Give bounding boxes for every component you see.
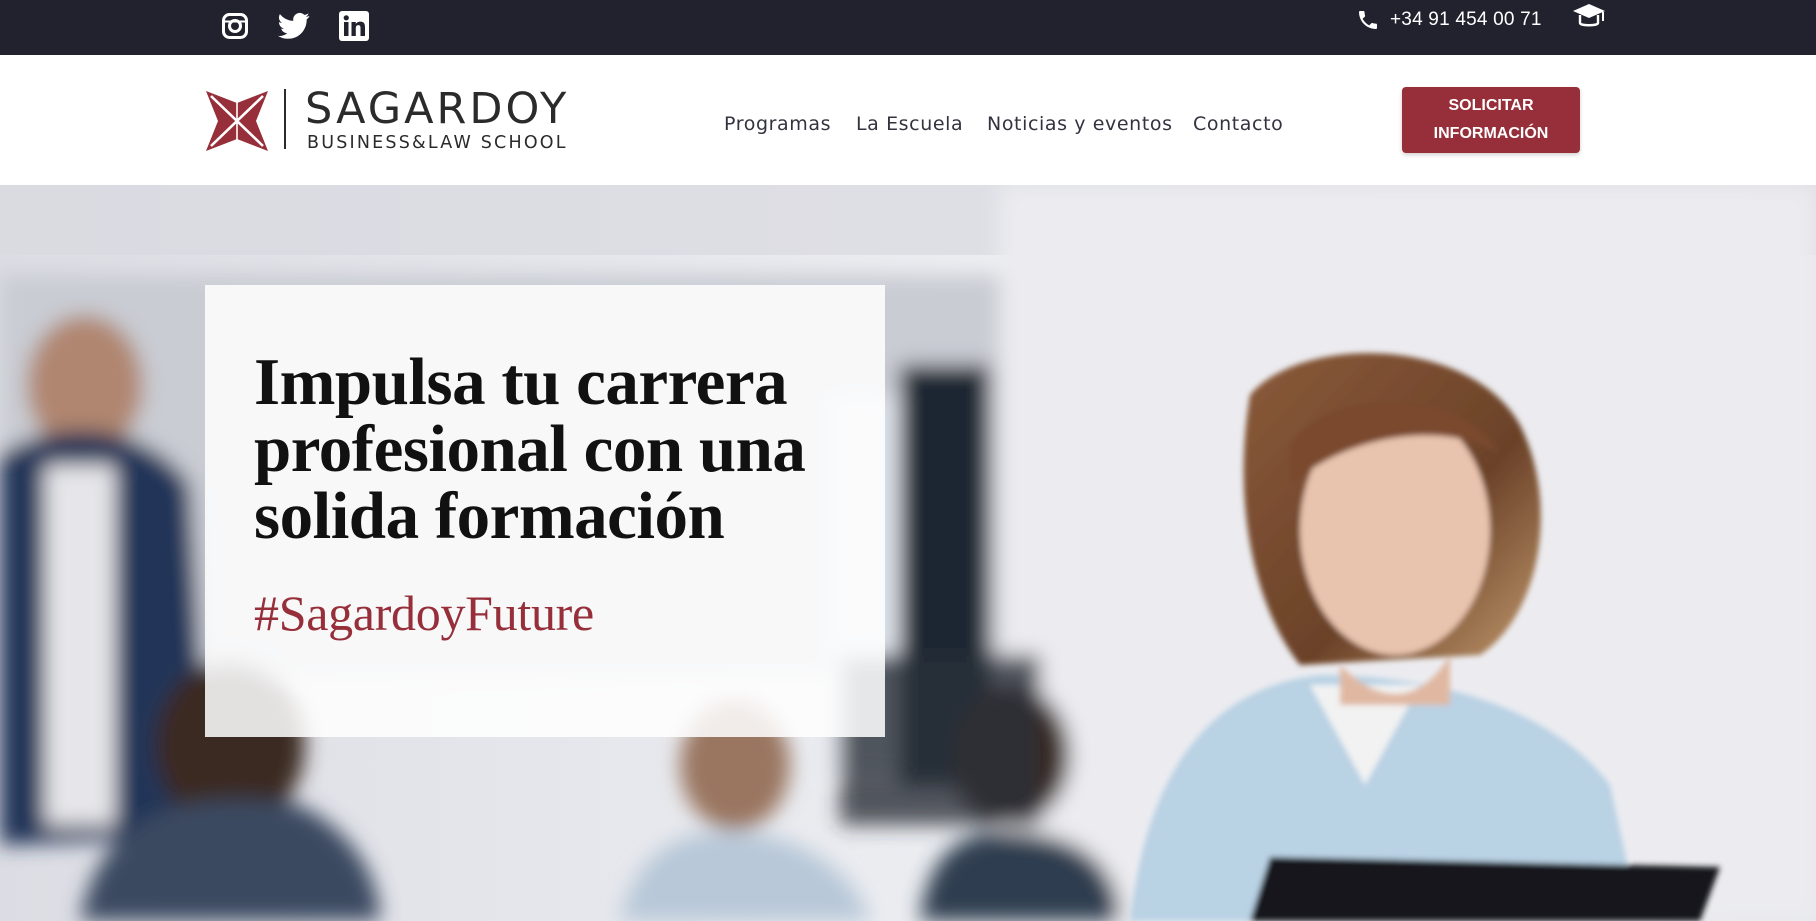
nav-item-noticias-y-eventos[interactable]: Noticias y eventos [987, 109, 1173, 139]
top-bar: +34 91 454 00 71 [0, 0, 1816, 55]
phone-icon [1359, 11, 1377, 29]
phone-number[interactable]: +34 91 454 00 71 [1390, 9, 1542, 31]
nav-item-programas[interactable]: Programas [724, 109, 831, 139]
solicitar-informacion-button[interactable]: SOLICITAR INFORMACIÓN [1402, 87, 1580, 153]
hero-hashtag: #SagardoyFuture [254, 585, 594, 641]
hero-title: Impulsa tu carrera profesional con una s… [254, 345, 806, 553]
nav-item-la-escuela[interactable]: La Escuela [856, 109, 963, 139]
cta-line-2: INFORMACIÓN [1433, 125, 1549, 142]
sagardoy-logo[interactable]: SAGARDOY BUSINESS&LAW SCHOOL [204, 85, 584, 157]
logo-mark-icon [206, 91, 268, 151]
phone-contact[interactable]: +34 91 454 00 71 [1356, 6, 1542, 34]
logo-name: SAGARDOY [305, 84, 570, 134]
site-header: SAGARDOY BUSINESS&LAW SCHOOL Programas L… [0, 55, 1816, 185]
hero-section: Impulsa tu carrera profesional con una s… [0, 185, 1816, 921]
hero-card: Impulsa tu carrera profesional con una s… [205, 285, 885, 737]
logo-divider [284, 89, 286, 149]
nav-item-contacto[interactable]: Contacto [1193, 109, 1283, 139]
twitter-icon[interactable] [277, 10, 311, 42]
instagram-icon[interactable] [218, 10, 252, 42]
linkedin-icon[interactable] [337, 10, 371, 42]
cta-line-1: SOLICITAR [1448, 97, 1534, 114]
logo-subtitle: BUSINESS&LAW SCHOOL [307, 133, 568, 153]
graduation-cap-icon[interactable] [1572, 2, 1606, 32]
